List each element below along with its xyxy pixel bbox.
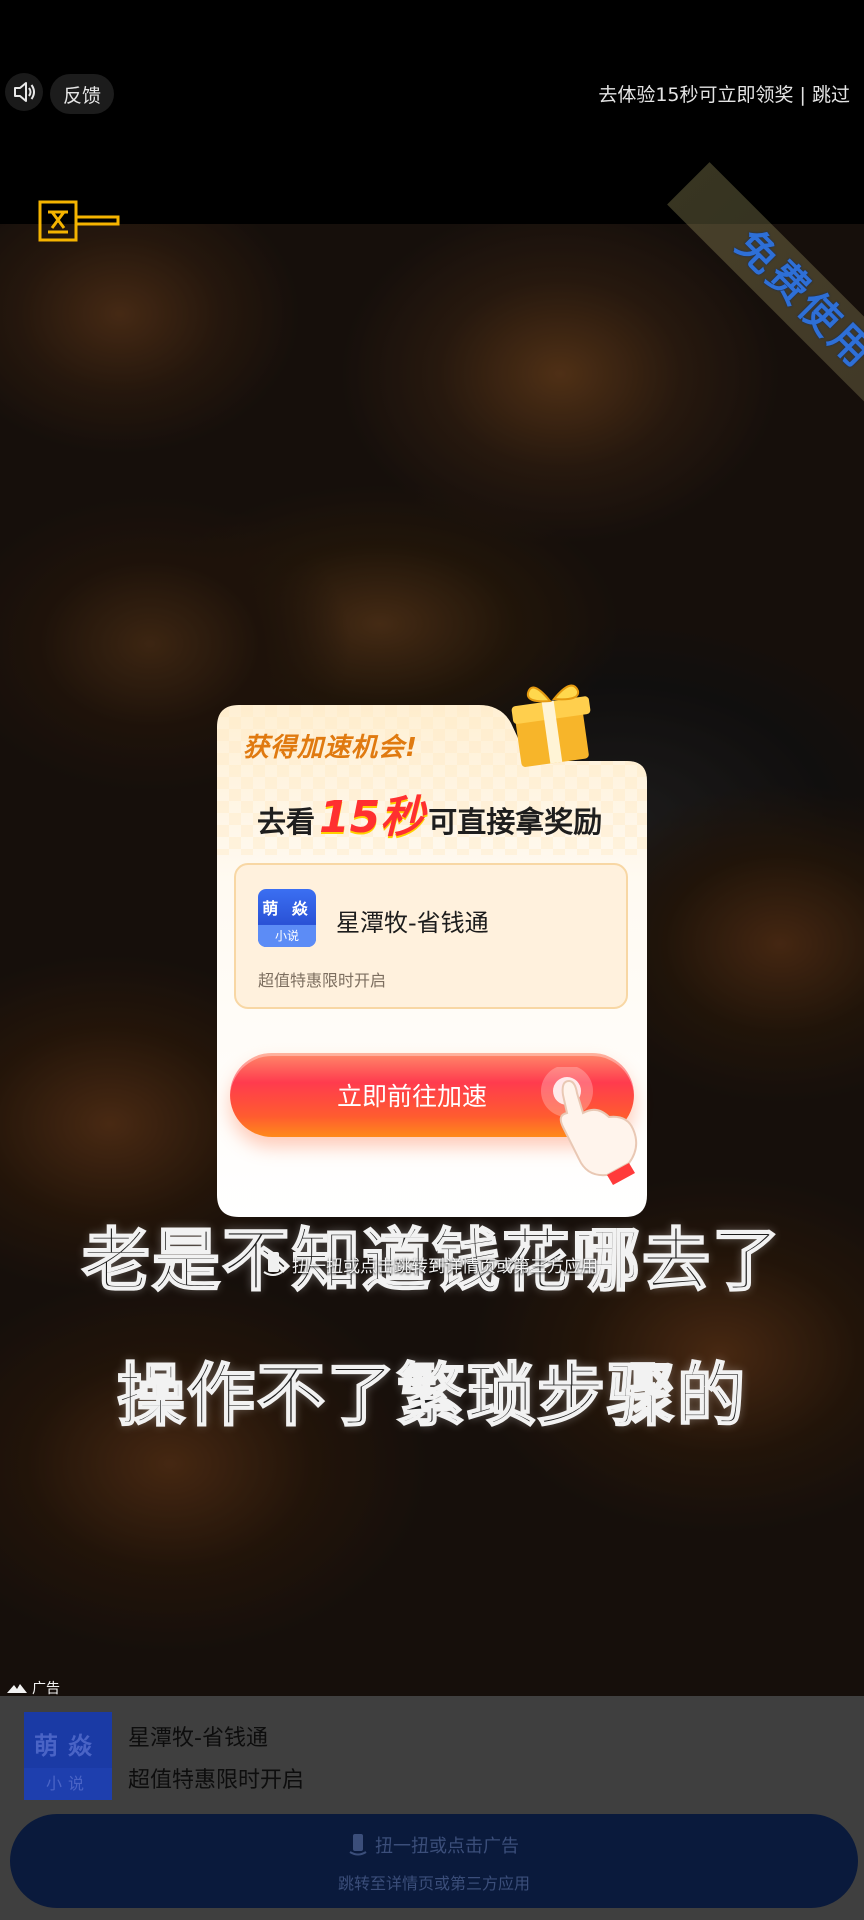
go-accelerate-label: 立即前往加速 — [336, 1082, 487, 1111]
ad-app-name: 星潭牧-省钱通 — [128, 1726, 268, 1751]
ad-cta-line1: 扭一扭或点击广告 — [10, 1832, 858, 1858]
reward-tag: 获得加速机会! — [243, 733, 418, 763]
title-suffix: 可直接拿奖励 — [428, 805, 603, 839]
app-name: 星潭牧-省钱通 — [336, 909, 489, 937]
title-seconds: 15秒 — [319, 792, 425, 843]
phone-shake-icon — [349, 1834, 367, 1856]
tap-hand-icon — [541, 1067, 638, 1185]
ad-label: 广告 — [6, 1678, 60, 1698]
shake-hint: 扭一扭或点击跳转到详情页或第三方应用 — [262, 1250, 598, 1278]
app-icon: 萌 焱 小说 — [258, 889, 316, 947]
shake-hint-text: 扭一扭或点击跳转到详情页或第三方应用 — [292, 1256, 598, 1277]
ad-mark-icon — [7, 1684, 27, 1693]
reward-popup-card: 获得加速机会! 去看 15秒 可直接拿奖励 萌 焱 小说 星潭牧-省钱通 超值特… — [217, 684, 647, 1217]
ad-cta-button[interactable]: 扭一扭或点击广告 跳转至详情页或第三方应用 — [10, 1814, 858, 1908]
ad-app-icon: 萌焱 小说 — [24, 1712, 112, 1800]
reward-title: 去看 15秒 可直接拿奖励 — [257, 781, 602, 845]
app-info-box[interactable]: 萌 焱 小说 星潭牧-省钱通 超值特惠限时开启 — [234, 863, 628, 1009]
ad-cta-line1-text: 扭一扭或点击广告 — [375, 1836, 519, 1857]
brand-logo-icon — [38, 200, 120, 242]
app-description: 超值特惠限时开启 — [258, 971, 387, 990]
gift-box-icon — [511, 684, 591, 767]
title-prefix: 去看 — [257, 805, 316, 839]
ad-cta-line2: 跳转至详情页或第三方应用 — [337, 1874, 530, 1893]
sound-toggle-button[interactable] — [5, 73, 43, 111]
video-subtitle: 操作不了繁琐步骤的 — [116, 1356, 747, 1437]
app-icon-bottom-text: 小说 — [258, 925, 316, 947]
skip-countdown-link[interactable]: 去体验15秒可立即领奖 | 跳过 — [598, 80, 850, 107]
feedback-button[interactable]: 反馈 — [50, 74, 114, 114]
phone-shake-icon — [263, 1252, 283, 1276]
app-icon-top-text: 萌 焱 — [262, 899, 312, 918]
ad-icon-bottom-text: 小说 — [24, 1768, 112, 1800]
ad-icon-top-text: 萌焱 — [34, 1732, 102, 1760]
ad-app-description: 超值特惠限时开启 — [128, 1768, 305, 1793]
ad-label-text: 广告 — [32, 1681, 60, 1697]
speaker-icon — [14, 82, 35, 102]
bottom-ad-panel[interactable]: 萌焱 小说 星潭牧-省钱通 超值特惠限时开启 扭一扭或点击广告 跳转至详情页或第… — [0, 1696, 864, 1920]
